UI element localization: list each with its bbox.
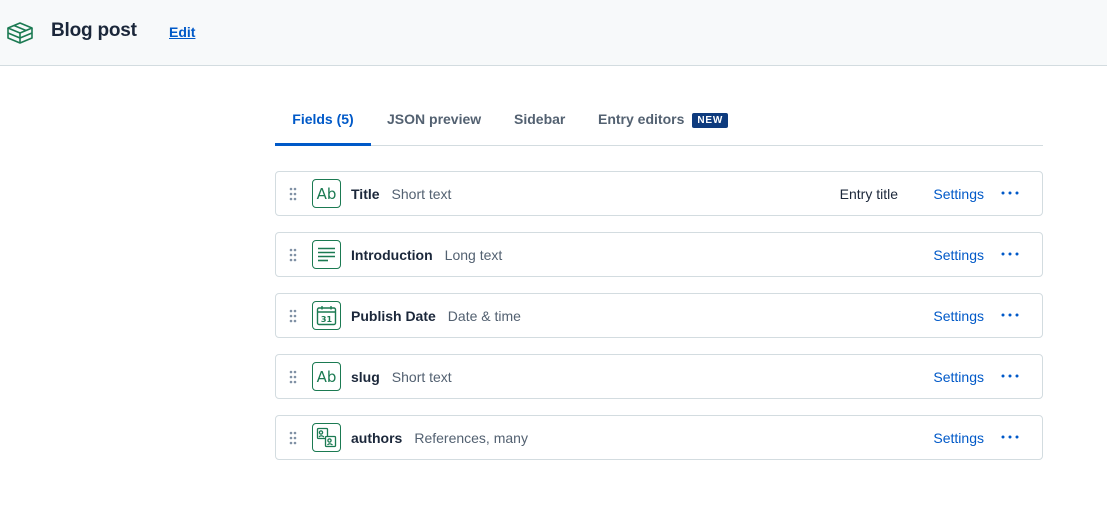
page-title: Blog post [51, 20, 137, 41]
field-label: Introduction Long text [351, 247, 502, 263]
field-name: Introduction [351, 247, 433, 263]
edit-link[interactable]: Edit [169, 24, 195, 40]
settings-button[interactable]: Settings [933, 186, 984, 202]
references-icon [312, 423, 341, 452]
calendar-icon-day: 31 [321, 315, 333, 324]
tab-sidebar[interactable]: Sidebar [514, 98, 565, 145]
tab-fields[interactable]: Fields (5) [275, 98, 371, 146]
more-actions-icon[interactable] [1000, 365, 1020, 387]
more-actions-icon[interactable] [1000, 426, 1020, 448]
tab-json-preview-label: JSON preview [387, 111, 482, 127]
page-header: Blog post Edit [0, 0, 1107, 66]
settings-button[interactable]: Settings [933, 369, 984, 385]
settings-button[interactable]: Settings [933, 308, 984, 324]
drag-handle-icon[interactable] [289, 187, 297, 201]
drag-handle-icon[interactable] [289, 309, 297, 323]
short-text-icon: Ab [312, 362, 341, 391]
drag-handle-icon[interactable] [289, 431, 297, 445]
short-text-icon: Ab [312, 179, 341, 208]
tab-bar: Fields (5) JSON preview Sidebar Entry ed… [275, 98, 1043, 146]
field-type: Short text [391, 369, 452, 385]
tab-json-preview[interactable]: JSON preview [387, 98, 481, 145]
short-text-glyph: Ab [316, 184, 337, 203]
field-label: Title Short text [351, 186, 451, 202]
calendar-icon: 31 [312, 301, 341, 330]
entry-title-tag: Entry title [839, 186, 898, 202]
long-text-icon [312, 240, 341, 269]
content-model-cube-icon [7, 22, 33, 44]
settings-button[interactable]: Settings [933, 247, 984, 263]
field-label: slug Short text [351, 369, 452, 385]
tab-entry-editors[interactable]: Entry editors NEW [598, 98, 729, 145]
tab-fields-label: Fields (5) [292, 111, 354, 127]
field-label: authors References, many [351, 430, 528, 446]
field-row-authors: authors References, many Settings [275, 415, 1043, 460]
new-badge: NEW [692, 113, 729, 128]
field-label: Publish Date Date & time [351, 308, 521, 324]
more-actions-icon[interactable] [1000, 243, 1020, 265]
field-type: References, many [414, 430, 528, 446]
settings-button[interactable]: Settings [933, 430, 984, 446]
short-text-glyph: Ab [316, 367, 337, 386]
field-name: authors [351, 430, 403, 446]
more-actions-icon[interactable] [1000, 182, 1020, 204]
field-row-introduction: Introduction Long text Settings [275, 232, 1043, 277]
field-type: Short text [391, 186, 452, 202]
field-type: Date & time [447, 308, 521, 324]
field-name: Title [351, 186, 380, 202]
field-row-publish-date: 31 Publish Date Date & time Settings [275, 293, 1043, 338]
field-name: Publish Date [351, 308, 436, 324]
more-actions-icon[interactable] [1000, 304, 1020, 326]
field-name: slug [351, 369, 380, 385]
tab-sidebar-label: Sidebar [514, 111, 566, 127]
drag-handle-icon[interactable] [289, 248, 297, 262]
tab-entry-editors-label: Entry editors [598, 111, 685, 127]
field-row-slug: Ab slug Short text Settings [275, 354, 1043, 399]
field-type: Long text [444, 247, 503, 263]
drag-handle-icon[interactable] [289, 370, 297, 384]
field-row-title: Ab Title Short text Entry title Settings [275, 171, 1043, 216]
